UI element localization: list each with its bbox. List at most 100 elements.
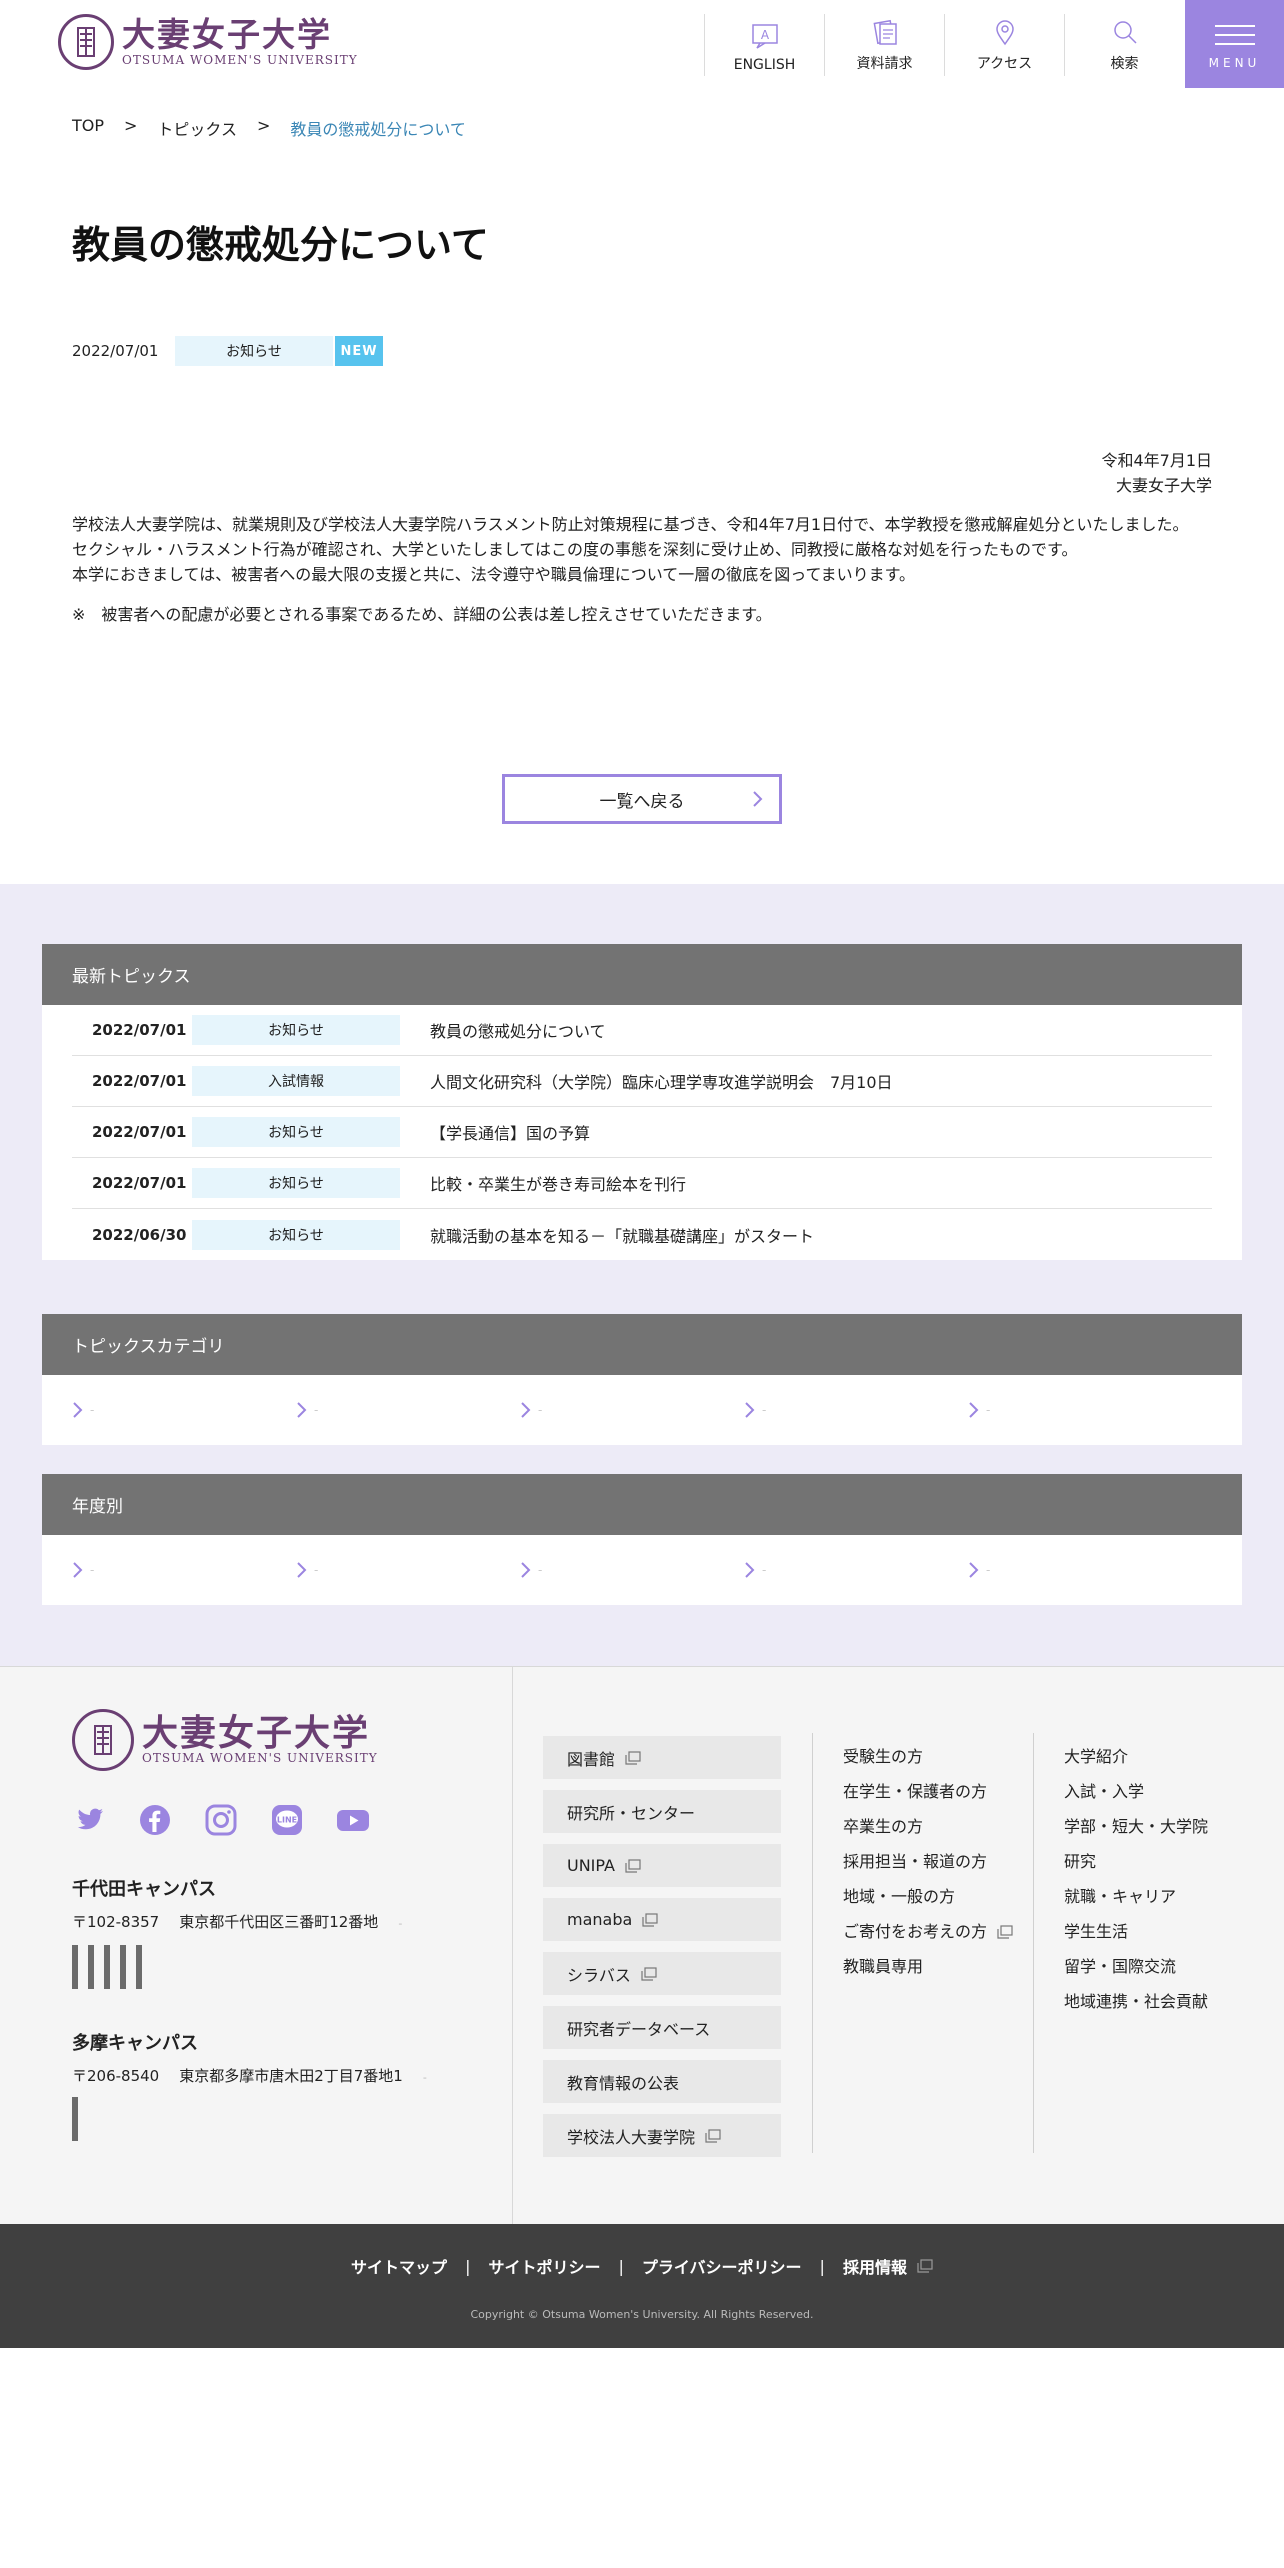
footer-link-sitemap[interactable]: サイトマップ [351,2254,447,2278]
footer-bottom-bar: サイトマップ | サイトポリシー | プライバシーポリシー | 採用情報 Cop… [0,2224,1284,2348]
footer-site-links: 大学紹介 入試・入学 学部・短大・大学院 研究 就職・キャリア 学生生活 留学・… [1064,1739,1208,2019]
category-link-label: - [314,1403,319,1417]
chevron-right-icon [297,1402,307,1418]
footer-column-divider [812,1733,813,2153]
campus-tama-map-link[interactable]: - [423,2071,427,2084]
campus-tama-name: 多摩キャンパス [72,2033,198,2054]
nav-search[interactable]: 検索 [1064,14,1184,76]
nav-document-request[interactable]: 資料請求 [824,14,944,76]
chevron-right-icon [745,1562,755,1578]
footer-separator: | [465,2256,471,2276]
footer-separator: | [618,2256,624,2276]
english-icon: A [751,24,778,49]
category-link[interactable]: - [966,1400,1190,1420]
chevron-right-icon [73,1402,83,1418]
footer-link-site-policy[interactable]: サイトポリシー [488,2254,600,2278]
site-logo[interactable]: 大妻女子大学 OTSUMA WOMEN'S UNIVERSITY [58,14,358,70]
topic-row[interactable]: 2022/07/01 入試情報 人間文化研究科（大学院）臨床心理学専攻進学説明会… [72,1056,1212,1107]
campus-chiyoda-street: 東京都千代田区三番町12番地 [179,1913,379,1931]
topic-title[interactable]: 人間文化研究科（大学院）臨床心理学専攻進学説明会 7月10日 [430,1069,893,1093]
topic-row[interactable]: 2022/07/01 お知らせ 教員の懲戒処分について [72,1005,1212,1056]
nav-access[interactable]: アクセス [944,14,1064,76]
footer-button-research-institutes[interactable]: 研究所・センター [543,1790,781,1833]
footer-link-prospective[interactable]: 受験生の方 [843,1739,923,1774]
footer-link-community-contribution[interactable]: 地域連携・社会貢献 [1064,1984,1208,2019]
university-crest-icon [58,14,114,70]
external-link-icon [705,2128,721,2143]
footer-link-recruiters-press[interactable]: 採用担当・報道の方 [843,1844,987,1879]
footer-button-researcher-database[interactable]: 研究者データベース [543,2006,781,2049]
footer-link-international[interactable]: 留学・国際交流 [1064,1949,1176,1984]
facebook-icon[interactable] [138,1803,172,1841]
instagram-icon[interactable] [204,1803,238,1841]
campus-chiyoda-map-link[interactable]: - [398,1917,402,1930]
category-link[interactable]: - [518,1400,742,1420]
campus-chiyoda-zip: 〒102-8357 [72,1913,160,1931]
topic-row[interactable]: 2022/07/01 お知らせ 【学長通信】国の予算 [72,1107,1212,1158]
breadcrumb-top[interactable]: TOP [72,116,104,140]
nav-access-label: アクセス [976,56,1033,72]
topic-row[interactable]: 2022/06/30 お知らせ 就職活動の基本を知る－「就職基礎講座」がスタート [72,1209,1212,1260]
nav-english[interactable]: A ENGLISH [704,14,824,76]
footer-link-recruitment[interactable]: 採用情報 [843,2254,907,2278]
footer-link-faculty-staff[interactable]: 教職員専用 [843,1949,923,1984]
footer-link-student-life[interactable]: 学生生活 [1064,1914,1128,1949]
footer-button-manaba[interactable]: manaba [543,1898,781,1941]
topic-categories-panel: トピックスカテゴリ - - - - - [42,1314,1242,1445]
footer-button-library[interactable]: 図書館 [543,1736,781,1779]
footer-service-buttons: 図書館 研究所・センター UNIPA manaba シラバス 研究者データベース… [543,1736,781,2168]
topic-category: お知らせ [192,1015,400,1045]
footer-link-donation[interactable]: ご寄付をお考えの方 [843,1914,987,1949]
nav-document-request-label: 資料請求 [856,56,913,72]
menu-label: MENU [1208,56,1261,70]
back-to-list-button[interactable]: 一覧へ戻る [502,774,782,824]
footer-link-students-parents[interactable]: 在学生・保護者の方 [843,1774,987,1809]
category-link[interactable]: - [70,1400,294,1420]
footer-button-unipa[interactable]: UNIPA [543,1844,781,1887]
latest-topics-heading: 最新トピックス [42,944,1242,1005]
signature-org: 大妻女子大学 [1115,476,1212,495]
topic-title[interactable]: 教員の懲戒処分について [430,1018,606,1042]
footer-button-education-info[interactable]: 教育情報の公表 [543,2060,781,2103]
footer-link-career[interactable]: 就職・キャリア [1064,1879,1176,1914]
footer-link-research[interactable]: 研究 [1064,1844,1096,1879]
year-link[interactable]: - [742,1560,966,1580]
footer-link-admissions[interactable]: 入試・入学 [1064,1774,1144,1809]
topic-title[interactable]: 【学長通信】国の予算 [430,1120,590,1144]
category-link[interactable]: - [294,1400,518,1420]
menu-button[interactable]: MENU [1185,0,1284,88]
footer-link-about[interactable]: 大学紹介 [1064,1739,1128,1774]
footer-link-faculties[interactable]: 学部・短大・大学院 [1064,1809,1208,1844]
footer-link-privacy-policy[interactable]: プライバシーポリシー [642,2254,802,2278]
topic-category: お知らせ [192,1117,400,1147]
year-links: - - - - - [42,1535,1242,1605]
campus-chiyoda-access-icons [72,1945,142,1989]
youtube-icon[interactable] [336,1803,370,1841]
year-link[interactable]: - [294,1560,518,1580]
category-link-label: - [762,1403,767,1417]
category-link[interactable]: - [742,1400,966,1420]
breadcrumb-topics[interactable]: トピックス [157,116,237,140]
footer-button-syllabus[interactable]: シラバス [543,1952,781,1995]
year-link[interactable]: - [966,1560,1190,1580]
year-link[interactable]: - [518,1560,742,1580]
hamburger-icon [1214,18,1255,52]
footer-column-divider [1033,1733,1034,2153]
year-link-label: - [986,1563,991,1577]
new-badge: NEW [335,336,383,366]
nav-english-label: ENGLISH [733,57,796,73]
site-footer: 大妻女子大学 OTSUMA WOMEN'S UNIVERSITY LINE 千代… [0,1666,1284,2225]
footer-button-otsuma-gakuin[interactable]: 学校法人大妻学院 [543,2114,781,2157]
campus-tama-street: 東京都多摩市唐木田2丁目7番地1 [179,2067,403,2085]
year-link[interactable]: - [70,1560,294,1580]
footer-link-community[interactable]: 地域・一般の方 [843,1879,955,1914]
topic-row[interactable]: 2022/07/01 お知らせ 比較・卒業生が巻き寿司絵本を刊行 [72,1158,1212,1209]
twitter-icon[interactable] [72,1803,106,1841]
chevron-right-icon [969,1562,979,1578]
line-icon[interactable]: LINE [270,1803,304,1841]
chevron-right-icon [297,1562,307,1578]
footer-link-alumni[interactable]: 卒業生の方 [843,1809,923,1844]
topic-title[interactable]: 比較・卒業生が巻き寿司絵本を刊行 [430,1171,686,1195]
topic-title[interactable]: 就職活動の基本を知る－「就職基礎講座」がスタート [430,1223,814,1247]
footer-logo[interactable]: 大妻女子大学 OTSUMA WOMEN'S UNIVERSITY [72,1709,378,1771]
